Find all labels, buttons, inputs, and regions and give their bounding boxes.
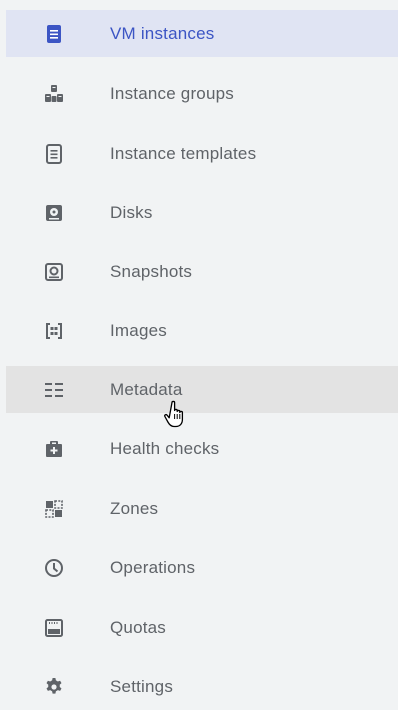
sidebar-item-disks[interactable]: Disks <box>6 189 398 236</box>
zones-icon <box>44 499 64 519</box>
gear-icon <box>44 677 64 697</box>
operations-icon <box>44 558 64 578</box>
sidebar-item-label: Disks <box>110 202 153 222</box>
instance-templates-icon <box>44 143 64 164</box>
sidebar-item-label: Instance groups <box>110 83 234 103</box>
sidebar-item-operations[interactable]: Operations <box>6 544 398 591</box>
sidebar-item-label: Health checks <box>110 438 220 458</box>
sidebar-item-quotas[interactable]: Quotas <box>6 604 398 651</box>
snapshot-icon <box>44 262 64 282</box>
sidebar-item-instance-groups[interactable]: Instance groups <box>6 70 398 117</box>
sidebar-item-instance-templates[interactable]: Instance templates <box>6 130 398 177</box>
sidebar-item-label: Operations <box>110 557 196 577</box>
sidebar-item-label: Zones <box>110 498 159 518</box>
sidebar-item-label: Quotas <box>110 617 167 637</box>
sidebar-item-metadata[interactable]: Metadata <box>6 366 398 413</box>
instance-groups-icon <box>44 84 64 104</box>
sidebar-item-label: Instance templates <box>110 143 257 163</box>
sidebar-item-label: Settings <box>110 676 174 696</box>
quotas-icon <box>44 618 64 638</box>
health-check-icon <box>44 439 64 459</box>
metadata-icon <box>44 380 64 400</box>
sidebar-item-images[interactable]: Images <box>6 307 398 354</box>
image-icon <box>44 321 64 341</box>
sidebar-item-label: VM instances <box>110 23 215 43</box>
sidebar-item-vm-instances[interactable]: VM instances <box>6 10 398 57</box>
vm-instance-icon <box>44 24 64 44</box>
sidebar-item-health-checks[interactable]: Health checks <box>6 425 398 472</box>
sidebar-item-settings[interactable]: Settings <box>6 663 398 710</box>
sidebar-item-label: Metadata <box>110 379 183 399</box>
sidebar-item-label: Images <box>110 320 167 340</box>
sidebar-item-snapshots[interactable]: Snapshots <box>6 248 398 295</box>
sidebar-nav: VM instances Instance groups Instance te… <box>0 0 398 710</box>
sidebar-item-label: Snapshots <box>110 261 193 281</box>
disk-icon <box>44 203 64 223</box>
sidebar-item-zones[interactable]: Zones <box>6 485 398 532</box>
